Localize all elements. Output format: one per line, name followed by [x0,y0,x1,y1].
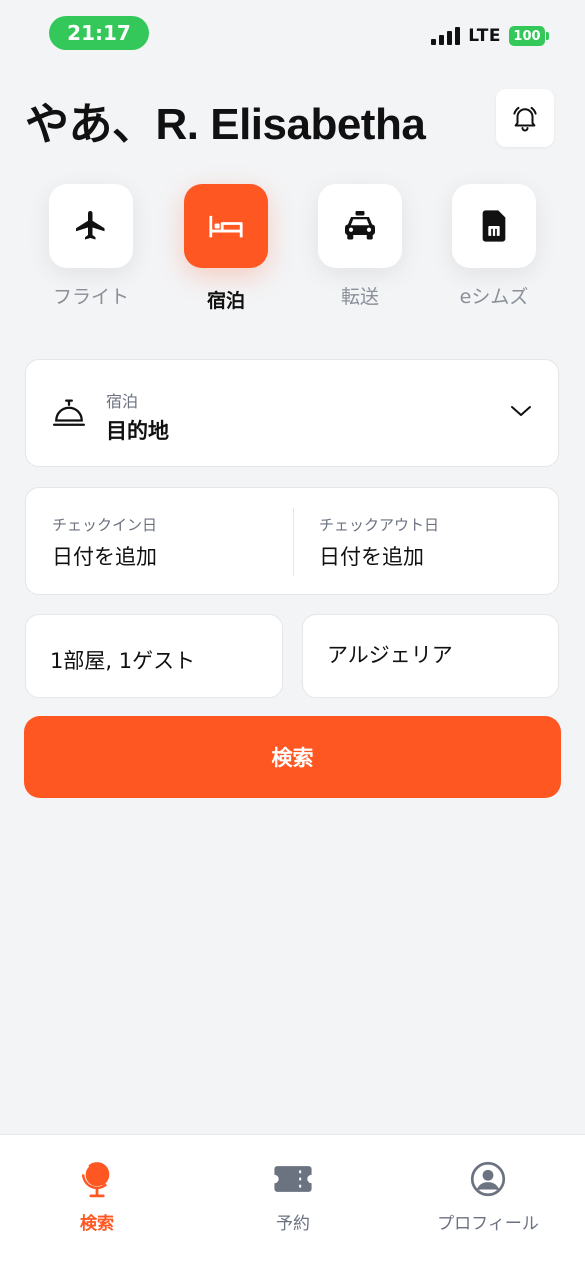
nav-item-bookings[interactable]: 予約 [223,1159,363,1234]
search-button[interactable]: 検索 [24,716,561,798]
category-esim-tile[interactable] [452,184,536,268]
checkin-value: 日付を追加 [52,545,157,569]
category-esim[interactable]: eシムズ [452,184,536,309]
category-label: 転送 [340,286,379,308]
network-type: LTE [468,26,501,46]
category-stay-tile[interactable] [184,184,268,268]
destination-placeholder: 目的地 [106,419,169,443]
destination-type-label: 宿泊 [106,392,139,411]
signal-icon [431,27,461,45]
greeting-title: やあ、R. Elisabetha [25,100,426,149]
taxi-icon [345,211,375,240]
category-transfer[interactable]: 転送 [318,184,402,309]
globe-icon [81,1162,110,1198]
chevron-down-icon [511,406,531,416]
category-flight-tile[interactable] [49,184,133,268]
status-bar: 21:17 LTE 100 [0,0,585,66]
bed-icon [209,215,243,238]
category-label: eシムズ [459,286,529,308]
checkout-date-field[interactable]: チェックアウト日 日付を追加 [293,488,559,596]
bell-icon [513,106,537,132]
checkout-value: 日付を追加 [319,545,424,569]
destination-field[interactable]: 宿泊 目的地 [25,359,559,467]
category-label: 宿泊 [206,290,245,312]
nav-item-profile[interactable]: プロフィール [418,1159,558,1234]
bottom-nav: 検索 予約 プロフィール [0,1134,585,1266]
nav-label: 予約 [276,1214,310,1234]
nav-item-search[interactable]: 検索 [27,1159,167,1234]
airplane-icon [76,211,105,240]
user-icon [470,1161,506,1197]
date-range-field: チェックイン日 日付を追加 チェックアウト日 日付を追加 [25,487,559,595]
checkout-label: チェックアウト日 [319,516,440,534]
category-transfer-tile[interactable] [318,184,402,268]
category-stay[interactable]: 宿泊 [184,184,268,313]
nav-label: 検索 [80,1214,114,1234]
service-bell-icon [52,399,86,426]
rooms-guests-value: 1部屋, 1ゲスト [50,649,196,673]
nav-label: プロフィール [437,1214,539,1234]
battery-icon: 100 [509,26,549,46]
status-time: 21:17 [49,16,149,50]
rooms-guests-field[interactable]: 1部屋, 1ゲスト [25,614,283,698]
sim-card-icon [482,210,506,242]
ticket-icon [274,1166,312,1192]
country-field[interactable]: アルジェリア [302,614,559,698]
checkin-label: チェックイン日 [52,516,158,534]
notifications-button[interactable] [496,89,554,147]
category-flight[interactable]: フライト [49,184,133,309]
country-value: アルジェリア [327,643,453,667]
checkin-date-field[interactable]: チェックイン日 日付を追加 [26,488,292,596]
status-indicators: LTE 100 [431,26,549,46]
category-label: フライト [52,286,129,308]
